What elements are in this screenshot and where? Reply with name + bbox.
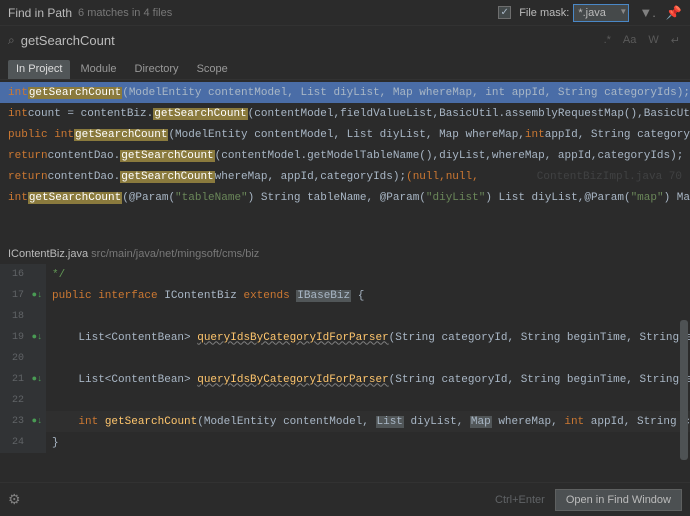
code-line[interactable]: 19●↓ List<ContentBean> queryIdsByCategor…	[0, 327, 690, 348]
open-in-find-window-button[interactable]: Open in Find Window	[555, 489, 682, 511]
gear-icon[interactable]: ⚙	[8, 491, 21, 508]
gutter-mark-icon[interactable]: ●↓	[28, 285, 46, 306]
scope-tabs: In ProjectModuleDirectoryScope	[0, 54, 690, 80]
result-row[interactable]: return contentDao.getSearchCount(content…	[0, 145, 690, 166]
line-number: 24	[0, 432, 28, 453]
line-number: 17	[0, 285, 28, 306]
tab-directory[interactable]: Directory	[127, 60, 187, 79]
gutter-mark-icon[interactable]	[28, 390, 46, 411]
lines-option[interactable]: Aa	[621, 34, 638, 46]
newline-icon[interactable]: ↵	[669, 34, 682, 47]
code-preview: 16*/17●↓public interface IContentBiz ext…	[0, 264, 690, 453]
file-mask-input[interactable]	[573, 4, 629, 22]
results-list: int getSearchCount(ModelEntity contentMo…	[0, 80, 690, 208]
search-icon: ⌕	[8, 33, 15, 48]
code-line[interactable]: 18	[0, 306, 690, 327]
result-row[interactable]: int getSearchCount(@Param("tableName") S…	[0, 187, 690, 208]
pin-icon[interactable]: 📌	[666, 5, 682, 21]
result-row[interactable]: public int getSearchCount(ModelEntity co…	[0, 124, 690, 145]
preview-header: IContentBiz.java src/main/java/net/mings…	[0, 242, 690, 264]
file-mask-label: File mask:	[519, 7, 569, 19]
line-number: 16	[0, 264, 28, 285]
check-icon: ✓	[501, 7, 509, 18]
dialog-title: Find in Path	[8, 6, 72, 20]
gutter-mark-icon[interactable]	[28, 348, 46, 369]
file-mask-checkbox[interactable]: ✓	[498, 6, 511, 19]
line-number: 23	[0, 411, 28, 432]
preview-filename: IContentBiz.java	[8, 248, 88, 260]
tab-scope[interactable]: Scope	[189, 60, 236, 79]
filter-icon[interactable]: ▼.	[639, 5, 655, 20]
code-line[interactable]: 24}	[0, 432, 690, 453]
line-number: 20	[0, 348, 28, 369]
code-line[interactable]: 16*/	[0, 264, 690, 285]
line-number: 19	[0, 327, 28, 348]
result-row[interactable]: int count = contentBiz.getSearchCount(co…	[0, 103, 690, 124]
tab-in-project[interactable]: In Project	[8, 60, 70, 79]
line-number: 22	[0, 390, 28, 411]
gutter-mark-icon[interactable]	[28, 264, 46, 285]
match-count: 6 matches in 4 files	[78, 7, 172, 19]
code-line[interactable]: 17●↓public interface IContentBiz extends…	[0, 285, 690, 306]
result-row[interactable]: return contentDao.getSearchCountwhereMap…	[0, 166, 690, 187]
shortcut-hint: Ctrl+Enter	[495, 494, 545, 506]
code-line[interactable]: 21●↓ List<ContentBean> queryIdsByCategor…	[0, 369, 690, 390]
line-number: 21	[0, 369, 28, 390]
code-line[interactable]: 22	[0, 390, 690, 411]
scrollbar[interactable]	[680, 320, 688, 460]
gutter-mark-icon[interactable]	[28, 432, 46, 453]
preview-path: src/main/java/net/mingsoft/cms/biz	[91, 248, 259, 260]
code-line[interactable]: 23●↓ int getSearchCount(ModelEntity cont…	[0, 411, 690, 432]
result-row[interactable]: int getSearchCount(ModelEntity contentMo…	[0, 82, 690, 103]
gutter-mark-icon[interactable]: ●↓	[28, 327, 46, 348]
code-line[interactable]: 20	[0, 348, 690, 369]
gutter-mark-icon[interactable]	[28, 306, 46, 327]
word-option[interactable]: W	[646, 34, 660, 46]
search-input[interactable]	[21, 33, 602, 48]
gutter-mark-icon[interactable]: ●↓	[28, 411, 46, 432]
gutter-mark-icon[interactable]: ●↓	[28, 369, 46, 390]
regex-option[interactable]: .*	[602, 34, 613, 46]
line-number: 18	[0, 306, 28, 327]
tab-module[interactable]: Module	[72, 60, 124, 79]
